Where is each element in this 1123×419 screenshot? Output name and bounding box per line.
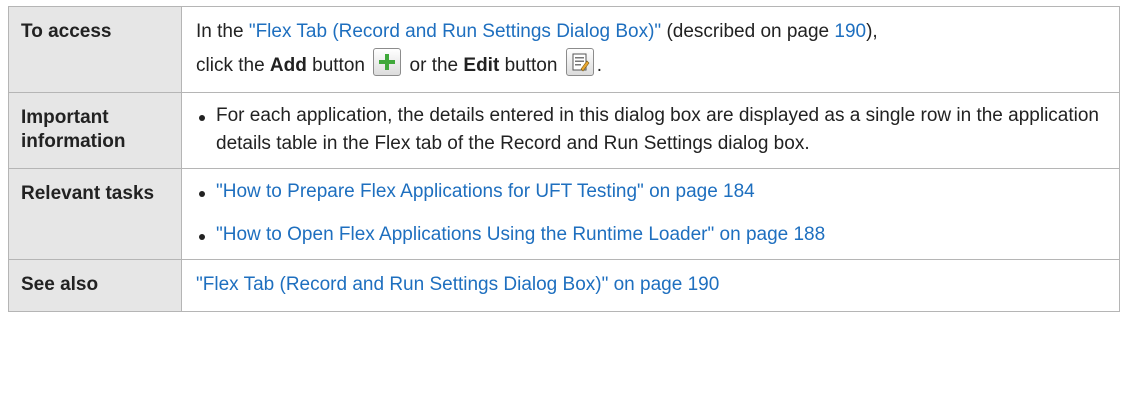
access-text-button: button xyxy=(306,55,371,76)
info-table: To access In the "Flex Tab (Record and R… xyxy=(8,6,1120,312)
row-to-access: To access In the "Flex Tab (Record and R… xyxy=(8,6,1120,93)
flex-tab-link[interactable]: "Flex Tab (Record and Run Settings Dialo… xyxy=(249,21,661,42)
edit-button-icon xyxy=(565,48,594,76)
row-content-relevant-tasks: "How to Prepare Flex Applications for UF… xyxy=(181,168,1120,260)
row-label-see-also: See also xyxy=(8,259,182,312)
row-relevant-tasks: Relevant tasks "How to Prepare Flex Appl… xyxy=(8,168,1120,260)
page-190-link[interactable]: 190 xyxy=(834,21,866,42)
access-text-or-the: or the xyxy=(404,55,464,76)
row-content-see-also: "Flex Tab (Record and Run Settings Dialo… xyxy=(181,259,1120,312)
access-text-described: (described on page xyxy=(661,21,835,42)
edit-label: Edit xyxy=(463,55,500,76)
open-flex-link[interactable]: "How to Open Flex Applications Using the… xyxy=(216,224,825,245)
important-list: For each application, the details entere… xyxy=(196,102,1105,158)
access-text-period: . xyxy=(596,55,602,76)
access-text-button-2: button xyxy=(499,55,563,76)
add-label: Add xyxy=(269,55,307,76)
task-item-open: "How to Open Flex Applications Using the… xyxy=(196,221,1105,249)
access-text-click-the: click the xyxy=(196,55,270,76)
prepare-flex-link[interactable]: "How to Prepare Flex Applications for UF… xyxy=(216,181,755,202)
row-content-to-access: In the "Flex Tab (Record and Run Setting… xyxy=(181,6,1120,93)
row-label-relevant-tasks: Relevant tasks xyxy=(8,168,182,260)
row-label-to-access: To access xyxy=(8,6,182,93)
important-bullet: For each application, the details entere… xyxy=(196,102,1105,158)
see-also-link[interactable]: "Flex Tab (Record and Run Settings Dialo… xyxy=(196,274,719,295)
add-button-icon xyxy=(373,48,402,76)
row-content-important-information: For each application, the details entere… xyxy=(181,92,1120,169)
access-text-in-the: In the xyxy=(196,21,249,42)
access-text-close: ), xyxy=(866,21,878,42)
row-important-information: Important information For each applicati… xyxy=(8,92,1120,169)
row-label-important-information: Important information xyxy=(8,92,182,169)
task-item-prepare: "How to Prepare Flex Applications for UF… xyxy=(196,178,1105,206)
row-see-also: See also "Flex Tab (Record and Run Setti… xyxy=(8,259,1120,312)
tasks-list: "How to Prepare Flex Applications for UF… xyxy=(196,178,1105,249)
